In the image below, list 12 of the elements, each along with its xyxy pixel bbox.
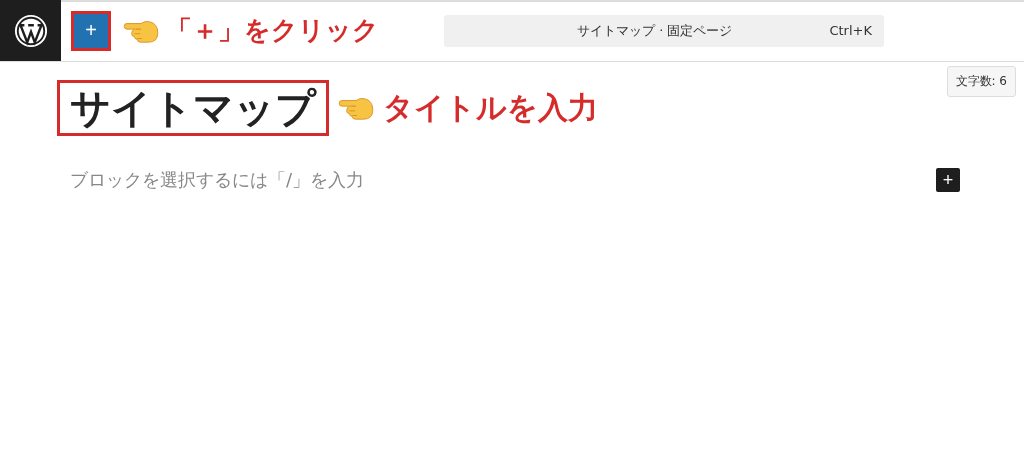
word-count-badge: 文字数: 6 <box>946 66 1016 97</box>
annotation-text: タイトルを入力 <box>383 88 598 127</box>
wordpress-icon <box>13 13 48 48</box>
command-bar[interactable]: サイトマップ · 固定ページ Ctrl+K <box>444 14 884 47</box>
block-placeholder[interactable]: ブロックを選択するには「/」を入力 <box>70 168 365 192</box>
command-bar-title: サイトマップ · 固定ページ <box>577 21 734 40</box>
post-title[interactable]: サイトマップ <box>57 80 329 136</box>
wordpress-logo[interactable] <box>0 0 61 61</box>
add-block-button[interactable]: + <box>936 168 960 192</box>
annotation-text: 「＋」をクリック <box>166 14 379 47</box>
keyboard-shortcut: Ctrl+K <box>829 23 872 38</box>
add-block-button[interactable]: + <box>74 13 108 48</box>
